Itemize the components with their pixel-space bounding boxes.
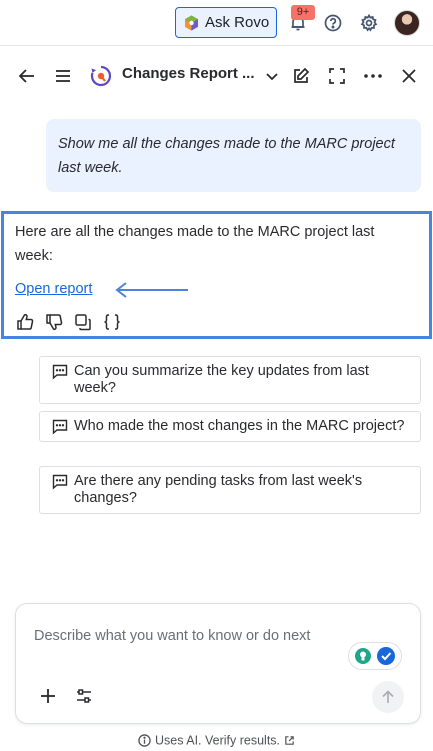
chevron-down-icon[interactable] xyxy=(260,64,284,88)
user-message-text: Show me all the changes made to the MARC… xyxy=(58,136,395,176)
chat-bubble-icon xyxy=(52,474,68,490)
chat-header: Changes Report ... xyxy=(0,50,433,102)
ai-response-block: Here are all the changes made to the MAR… xyxy=(1,211,432,339)
help-icon[interactable] xyxy=(321,11,345,35)
lightbulb-icon xyxy=(355,648,371,664)
info-icon xyxy=(138,734,152,747)
ai-response-text: Here are all the changes made to the MAR… xyxy=(15,224,375,264)
code-braces-icon[interactable] xyxy=(100,312,124,332)
menu-icon[interactable] xyxy=(51,64,75,88)
top-navigation-bar: Ask Rovo 9+ xyxy=(0,0,433,46)
thumbs-up-icon[interactable] xyxy=(13,312,37,332)
tools-settings-icon[interactable] xyxy=(72,684,96,708)
response-actions xyxy=(13,312,124,332)
disclaimer-text: Uses AI. Verify results. xyxy=(154,733,281,748)
back-arrow-icon[interactable] xyxy=(15,64,39,88)
close-icon[interactable] xyxy=(397,64,421,88)
send-arrow-up-icon xyxy=(382,690,394,703)
user-message-bubble: Show me all the changes made to the MARC… xyxy=(46,119,421,192)
suggestion-text: Who made the most changes in the MARC pr… xyxy=(74,418,405,434)
ask-rovo-label: Ask Rovo xyxy=(205,14,270,31)
more-options-icon[interactable] xyxy=(361,64,385,88)
copy-icon[interactable] xyxy=(71,312,95,332)
add-icon[interactable] xyxy=(36,684,60,708)
send-button[interactable] xyxy=(372,681,404,713)
conversation-title: Changes Report ... xyxy=(122,65,255,82)
changes-report-agent-icon xyxy=(89,64,113,88)
edit-icon[interactable] xyxy=(289,64,313,88)
suggestion-item[interactable]: Are there any pending tasks from last we… xyxy=(39,466,421,514)
settings-gear-icon[interactable] xyxy=(357,11,381,35)
chat-bubble-icon xyxy=(52,364,68,380)
rovo-logo-icon xyxy=(184,15,199,31)
notification-count-badge: 9+ xyxy=(291,5,315,20)
chat-bubble-icon xyxy=(52,419,68,435)
arrow-annotation-icon xyxy=(115,282,188,298)
message-composer xyxy=(15,603,421,724)
suggestion-text: Can you summarize the key updates from l… xyxy=(74,363,369,396)
user-avatar[interactable] xyxy=(394,10,420,36)
external-link-icon[interactable] xyxy=(284,735,295,746)
suggestion-item[interactable]: Who made the most changes in the MARC pr… xyxy=(39,411,421,442)
ai-disclaimer: Uses AI. Verify results. xyxy=(0,733,433,748)
thumbs-down-icon[interactable] xyxy=(42,312,66,332)
message-input[interactable] xyxy=(34,626,334,646)
suggestion-text: Are there any pending tasks from last we… xyxy=(74,473,363,506)
check-bubble-icon xyxy=(377,647,395,665)
ask-rovo-button[interactable]: Ask Rovo xyxy=(175,7,277,38)
open-report-link[interactable]: Open report xyxy=(15,281,92,297)
suggestion-item[interactable]: Can you summarize the key updates from l… xyxy=(39,356,421,404)
expand-icon[interactable] xyxy=(325,64,349,88)
writing-assistant-toggle[interactable] xyxy=(348,642,402,670)
